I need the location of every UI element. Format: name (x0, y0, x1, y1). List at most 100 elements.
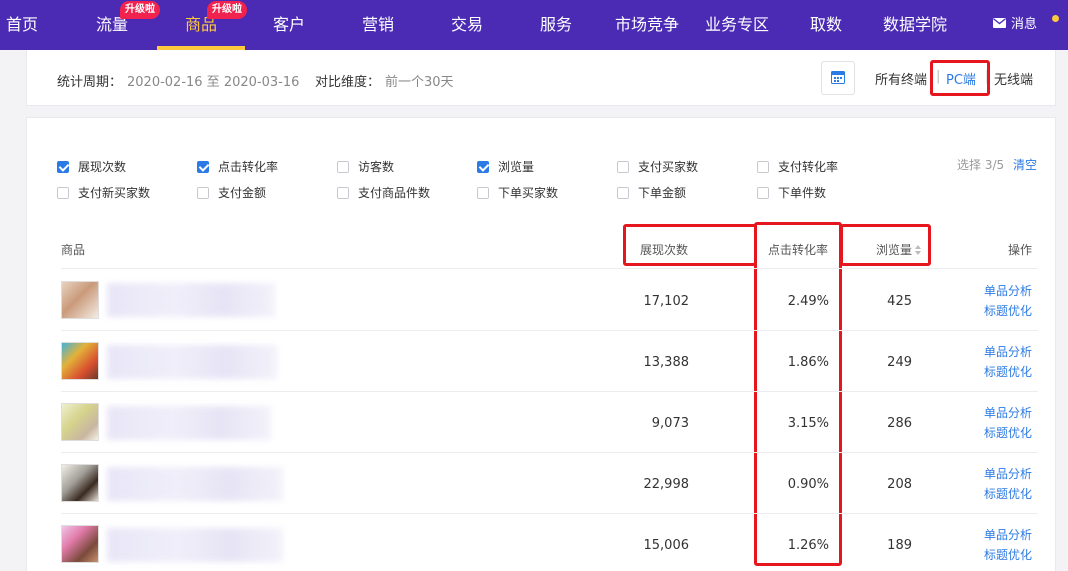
metric-order-amount[interactable]: 下单金额 (617, 184, 686, 201)
nav-item-customers[interactable]: 客户 (245, 0, 333, 50)
header-impressions[interactable]: 展现次数 (640, 241, 688, 258)
top-nav: 首页 流量 升级啦 商品 升级啦 客户 营销 交易 服务 市场竞争 业务专区 取… (0, 0, 1068, 50)
single-item-analysis-link[interactable]: 单品分析 (984, 281, 1032, 301)
calendar-button[interactable] (821, 61, 855, 95)
checkbox[interactable] (757, 160, 769, 173)
upgrade-badge: 升级啦 (207, 1, 247, 19)
checkbox[interactable] (57, 186, 69, 199)
metric-label: 点击转化率 (218, 160, 279, 174)
title-optimization-link[interactable]: 标题优化 (984, 545, 1032, 565)
product-table-panel: 展现次数 点击转化率 访客数 浏览量 支付买家数 支付转化率 支付新买家数 支付… (26, 117, 1056, 571)
metric-impressions[interactable]: 展现次数 (57, 158, 126, 175)
header-product: 商品 (61, 243, 86, 257)
checkbox[interactable] (617, 160, 629, 173)
highlight-box-ctr-column (754, 222, 842, 566)
cell-pageviews: 425 (887, 294, 912, 309)
cell-impressions: 9,073 (651, 416, 689, 431)
metric-label: 下单买家数 (498, 186, 559, 200)
checkbox[interactable] (757, 186, 769, 199)
metric-label: 支付转化率 (778, 160, 839, 174)
notification-dot (1052, 15, 1059, 22)
nav-item-home[interactable]: 首页 (0, 0, 44, 50)
title-optimization-link[interactable]: 标题优化 (984, 362, 1032, 382)
sort-icon[interactable] (915, 244, 922, 258)
terminal-wireless[interactable]: 无线端 (994, 69, 1033, 88)
terminal-all[interactable]: 所有终端 (875, 69, 927, 88)
divider (61, 452, 1038, 453)
single-item-analysis-link[interactable]: 单品分析 (984, 403, 1032, 423)
product-title-blurred[interactable] (107, 283, 275, 317)
cell-impressions: 22,998 (643, 477, 690, 492)
checkbox[interactable] (197, 186, 209, 199)
metric-label: 支付金额 (218, 186, 267, 200)
single-item-analysis-link[interactable]: 单品分析 (984, 464, 1032, 484)
upgrade-badge: 升级啦 (120, 1, 160, 19)
checkbox[interactable] (617, 186, 629, 199)
metric-label: 下单金额 (638, 186, 687, 200)
metric-label: 下单件数 (778, 186, 827, 200)
nav-item-data-academy[interactable]: 数据学院 (870, 0, 960, 50)
cell-impressions: 17,102 (643, 294, 690, 309)
metric-order-buyers[interactable]: 下单买家数 (477, 184, 558, 201)
checkbox[interactable] (477, 160, 489, 173)
product-thumbnail[interactable] (61, 464, 99, 502)
single-item-analysis-link[interactable]: 单品分析 (984, 342, 1032, 362)
metric-paying-buyers[interactable]: 支付买家数 (617, 158, 698, 175)
calendar-icon (831, 69, 845, 88)
title-optimization-link[interactable]: 标题优化 (984, 301, 1032, 321)
metric-pay-amount[interactable]: 支付金额 (197, 184, 266, 201)
metric-new-paying-buyers[interactable]: 支付新买家数 (57, 184, 150, 201)
metric-label: 支付新买家数 (78, 186, 151, 200)
header-operations: 操作 (1008, 243, 1033, 257)
product-thumbnail[interactable] (61, 525, 99, 563)
divider (61, 268, 1038, 269)
product-title-blurred[interactable] (107, 467, 283, 501)
product-thumbnail[interactable] (61, 342, 99, 380)
product-thumbnail[interactable] (61, 403, 99, 441)
metric-label: 支付买家数 (638, 160, 699, 174)
nav-item-market-competition[interactable]: 市场竞争 (602, 0, 692, 50)
cell-ctr: 1.86% (787, 355, 829, 370)
checkbox[interactable] (337, 160, 349, 173)
header-pageviews[interactable]: 浏览量 (876, 241, 922, 258)
terminal-pc[interactable]: PC端 (946, 69, 976, 88)
nav-item-business-zone[interactable]: 业务专区 (692, 0, 782, 50)
messages-button[interactable]: 消息 (993, 0, 1037, 50)
product-thumbnail[interactable] (61, 281, 99, 319)
metric-label: 支付商品件数 (358, 186, 431, 200)
metric-ctr[interactable]: 点击转化率 (197, 158, 278, 175)
nav-item-service[interactable]: 服务 (512, 0, 600, 50)
cell-pageviews: 249 (887, 355, 912, 370)
cell-pageviews: 189 (887, 538, 912, 553)
period-value: 2020-02-16 至 2020-03-16 (127, 75, 300, 90)
metric-pay-items[interactable]: 支付商品件数 (337, 184, 430, 201)
nav-item-trade[interactable]: 交易 (423, 0, 511, 50)
header-ctr[interactable]: 点击转化率 (768, 241, 828, 258)
metric-pageviews[interactable]: 浏览量 (477, 158, 534, 175)
metric-visitors[interactable]: 访客数 (337, 158, 394, 175)
checkbox[interactable] (197, 160, 209, 173)
metric-label: 浏览量 (498, 160, 535, 174)
terminal-separator: | (936, 69, 941, 84)
cell-impressions: 15,006 (643, 538, 690, 553)
checkbox[interactable] (337, 186, 349, 199)
messages-label: 消息 (1011, 17, 1038, 32)
nav-item-marketing[interactable]: 营销 (334, 0, 422, 50)
metric-label: 访客数 (358, 160, 395, 174)
single-item-analysis-link[interactable]: 单品分析 (984, 525, 1032, 545)
divider (61, 513, 1038, 514)
checkbox[interactable] (57, 160, 69, 173)
metric-pay-conversion[interactable]: 支付转化率 (757, 158, 838, 175)
terminal-separator: | (985, 69, 990, 84)
clear-button[interactable]: 清空 (1013, 156, 1037, 173)
metric-order-items[interactable]: 下单件数 (757, 184, 826, 201)
nav-item-data-fetch[interactable]: 取数 (782, 0, 870, 50)
product-title-blurred[interactable] (107, 406, 271, 440)
product-title-blurred[interactable] (107, 345, 277, 379)
title-optimization-link[interactable]: 标题优化 (984, 484, 1032, 504)
divider (61, 330, 1038, 331)
checkbox[interactable] (477, 186, 489, 199)
product-title-blurred[interactable] (107, 528, 283, 562)
title-optimization-link[interactable]: 标题优化 (984, 423, 1032, 443)
header-pageviews-label: 浏览量 (876, 243, 913, 257)
